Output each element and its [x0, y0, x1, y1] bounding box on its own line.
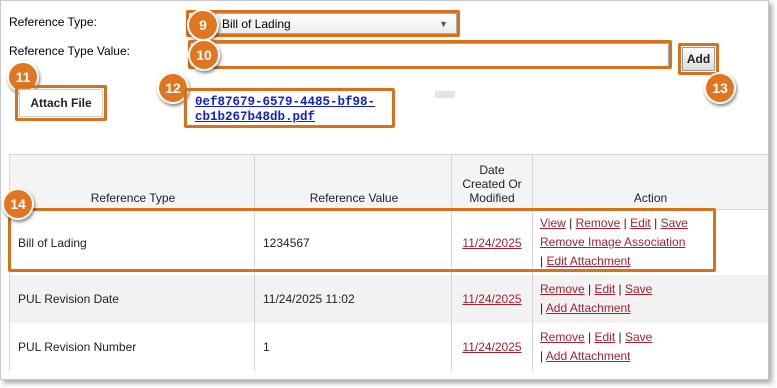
callout-13-badge: 13 [704, 72, 736, 104]
remove-link[interactable]: Remove [540, 330, 585, 344]
date-link[interactable]: 11/24/2025 [462, 292, 521, 306]
header-reference-value: Reference Value [254, 154, 452, 210]
cell-date: 11/24/2025 [451, 275, 533, 323]
table-row: PUL Revision Number 1 11/24/2025 Remove … [9, 323, 768, 371]
cell-reference-value: 11/24/2025 11:02 [254, 275, 452, 323]
callout-10-highlight [188, 40, 672, 69]
add-button[interactable]: Add [682, 47, 715, 71]
cell-date: 11/24/2025 [451, 323, 533, 371]
attached-file-link[interactable]: 0ef87679-6579-4485-bf98-cb1b267b48db.pdf [195, 95, 381, 125]
add-attachment-link[interactable]: Add Attachment [546, 349, 631, 363]
placeholder-shape [435, 91, 455, 98]
screenshot-frame: Reference Type: Bill of Lading ▼ 9 Refer… [0, 0, 769, 380]
cell-actions: Remove | Edit | Save | Add Attachment [532, 275, 768, 323]
add-attachment-link[interactable]: Add Attachment [546, 301, 631, 315]
date-link[interactable]: 11/24/2025 [462, 340, 521, 354]
cell-actions: Remove | Edit | Save | Add Attachment [532, 323, 768, 371]
header-date: Date Created Or Modified [451, 154, 533, 210]
table-row: PUL Revision Date 11/24/2025 11:02 11/24… [9, 275, 768, 323]
cell-reference-value: 1 [254, 323, 452, 371]
callout-14-badge: 14 [2, 188, 34, 220]
reference-type-value-label: Reference Type Value: [9, 44, 130, 58]
callout-14-highlight [8, 208, 716, 272]
edit-link[interactable]: Edit [594, 282, 615, 296]
edit-link[interactable]: Edit [594, 330, 615, 344]
callout-10-badge: 10 [188, 39, 220, 71]
cell-reference-type: PUL Revision Number [9, 323, 255, 371]
callout-9-badge: 9 [187, 9, 219, 41]
save-link[interactable]: Save [625, 282, 652, 296]
remove-link[interactable]: Remove [540, 282, 585, 296]
cell-reference-type: PUL Revision Date [9, 275, 255, 323]
reference-type-label: Reference Type: [9, 15, 97, 29]
callout-9-highlight [186, 10, 460, 37]
header-action: Action [532, 154, 768, 210]
header-reference-type: Reference Type [9, 154, 255, 210]
attach-file-button[interactable]: Attach File [19, 89, 103, 117]
save-link[interactable]: Save [625, 330, 652, 344]
table-header-row: Reference Type Reference Value Date Crea… [9, 154, 768, 210]
